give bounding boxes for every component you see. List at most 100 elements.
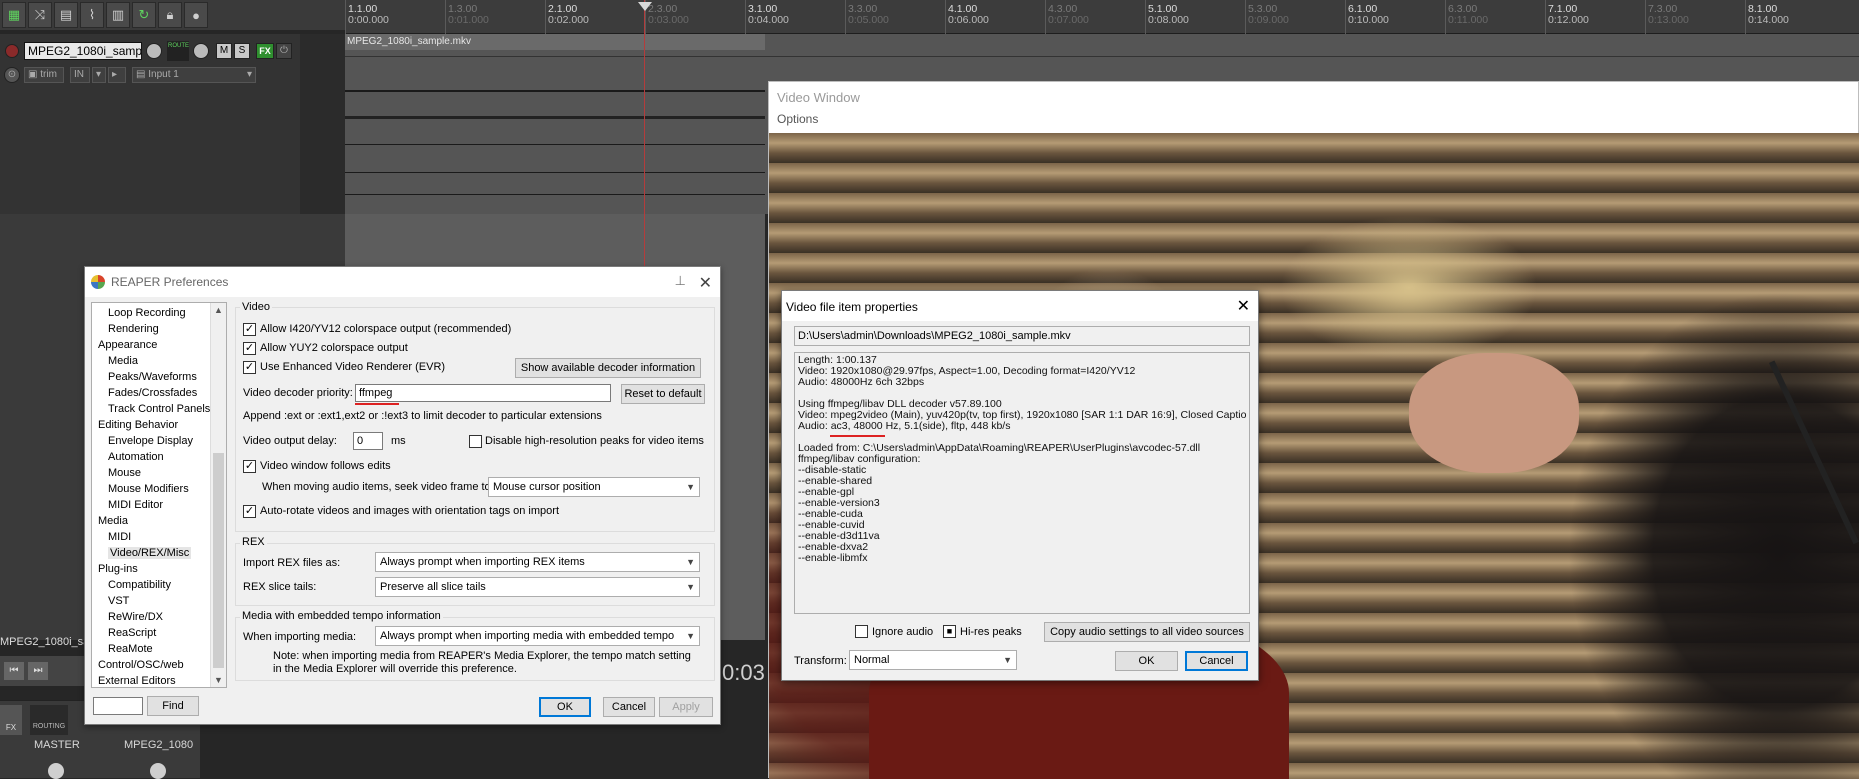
scrollbar-thumb[interactable] xyxy=(213,453,224,668)
copy-audio-settings-button[interactable]: Copy audio settings to all video sources xyxy=(1044,622,1250,642)
tree-scrollbar[interactable]: ▲ ▼ xyxy=(210,303,226,687)
tree-item[interactable]: Envelope Display xyxy=(92,433,226,449)
find-button[interactable]: Find xyxy=(147,696,199,716)
ignore-audio-checkbox[interactable] xyxy=(855,625,868,638)
evr-checkbox[interactable]: ✓ xyxy=(243,361,256,374)
ok-button[interactable]: OK xyxy=(539,697,591,717)
timeline-ruler[interactable]: 1.1.00 0:00.000 1.3.00 0:01.000 2.1.00 0:02.0… xyxy=(345,0,1859,34)
fx-button[interactable]: FX xyxy=(256,43,274,59)
output-delay-input[interactable]: 0 xyxy=(353,432,383,450)
tree-item[interactable]: External Editors xyxy=(92,673,226,687)
skip-end-icon[interactable]: ⏭ xyxy=(28,662,48,680)
route-button[interactable]: ROUTE xyxy=(167,41,189,61)
tree-item[interactable]: Plug-ins xyxy=(92,561,226,577)
video-window-title: Video Window xyxy=(777,90,860,105)
metronome-icon[interactable]: ▥ xyxy=(106,2,130,28)
tree-item[interactable]: Mouse xyxy=(92,465,226,481)
tree-item[interactable]: MIDI xyxy=(92,529,226,545)
tree-item[interactable]: ReWire/DX xyxy=(92,609,226,625)
close-icon[interactable]: ✕ xyxy=(699,273,712,293)
pin-icon[interactable]: ⊥ xyxy=(675,273,686,289)
record-arm-button[interactable] xyxy=(5,44,19,58)
lock-icon[interactable]: 🔒︎ xyxy=(158,2,182,28)
mute-button[interactable]: M xyxy=(216,43,232,59)
input-dropdown-arrow[interactable]: ▾ xyxy=(92,67,106,83)
tree-item[interactable]: Rendering xyxy=(92,321,226,337)
tree-item[interactable]: MIDI Editor xyxy=(92,497,226,513)
tree-item[interactable]: Control/OSC/web xyxy=(92,657,226,673)
file-path-field[interactable]: D:\Users\admin\Downloads\MPEG2_1080i_sam… xyxy=(794,326,1250,346)
tree-item[interactable]: Media xyxy=(92,513,226,529)
skip-start-icon[interactable]: ⏮ xyxy=(4,662,24,680)
follows-edits-checkbox[interactable]: ✓ xyxy=(243,460,256,473)
cancel-button[interactable]: Cancel xyxy=(603,697,655,717)
disable-peaks-checkbox[interactable] xyxy=(469,435,482,448)
input-select[interactable]: ▤ Input 1 ▾ xyxy=(132,67,256,83)
scroll-up-icon[interactable]: ▲ xyxy=(214,305,223,315)
master-fx-button[interactable]: FX xyxy=(0,705,22,735)
show-decoder-info-button[interactable]: Show available decoder information xyxy=(515,358,701,378)
tree-item[interactable]: Loop Recording xyxy=(92,305,226,321)
ruler-tick-line xyxy=(345,0,346,34)
snap-icon[interactable]: ▤ xyxy=(54,2,78,28)
tree-item[interactable]: Media xyxy=(92,353,226,369)
vprops-cancel-button[interactable]: Cancel xyxy=(1185,651,1248,671)
reset-default-button[interactable]: Reset to default xyxy=(621,384,705,404)
tree-item[interactable]: ReaScript xyxy=(92,625,226,641)
hires-peaks-checkbox[interactable]: ■ xyxy=(943,625,956,638)
transform-select[interactable]: Normal ▼ xyxy=(849,650,1017,670)
monitor-icon[interactable]: ▸ xyxy=(108,67,126,83)
vprops-titlebar: Video file item properties ✕ xyxy=(782,291,1258,321)
automation-icon[interactable]: ⊙ xyxy=(4,67,20,83)
playhead-marker-icon[interactable] xyxy=(638,2,652,11)
tree-item[interactable]: Peaks/Waveforms xyxy=(92,369,226,385)
volume-knob[interactable] xyxy=(146,43,162,59)
tree-item[interactable]: Track Control Panels xyxy=(92,401,226,417)
i420-checkbox[interactable]: ✓ xyxy=(243,323,256,336)
decoder-priority-input[interactable]: ffmpeg xyxy=(355,384,611,402)
media-item-header[interactable]: MPEG2_1080i_sample.mkv xyxy=(345,34,765,50)
tree-item-label: ReWire/DX xyxy=(108,611,164,623)
vprops-ok-button[interactable]: OK xyxy=(1115,651,1178,671)
tree-item[interactable]: ReaMote xyxy=(92,641,226,657)
autorotate-label: Auto-rotate videos and images with orien… xyxy=(260,505,559,517)
scroll-down-icon[interactable]: ▼ xyxy=(214,675,223,685)
rex-import-select[interactable]: Always prompt when importing REX items ▼ xyxy=(375,552,700,572)
ripple-icon[interactable]: ⤨ xyxy=(28,2,52,28)
tree-item[interactable]: Editing Behavior xyxy=(92,417,226,433)
tree-item[interactable]: Appearance xyxy=(92,337,226,353)
tree-item[interactable]: Automation xyxy=(92,449,226,465)
tree-item-label: Peaks/Waveforms xyxy=(108,371,197,383)
loop-icon[interactable]: ↻ xyxy=(132,2,156,28)
master-routing-button[interactable]: ROUTING xyxy=(30,705,68,735)
apply-button[interactable]: Apply xyxy=(659,697,713,717)
tempo-select[interactable]: Always prompt when importing media with … xyxy=(375,626,700,646)
rex-tails-select[interactable]: Preserve all slice tails ▼ xyxy=(375,577,700,597)
tree-item[interactable]: Mouse Modifiers xyxy=(92,481,226,497)
ruler-tick-label: 6.1.00 0:10.000 xyxy=(1348,4,1389,26)
yuy2-checkbox[interactable]: ✓ xyxy=(243,342,256,355)
media-info-text[interactable]: Length: 1:00.137 Video: 1920x1080@29.97fp… xyxy=(794,352,1250,614)
ruler-tick-label: 3.1.00 0:04.000 xyxy=(748,4,789,26)
record-icon[interactable]: ● xyxy=(184,2,208,28)
trim-button[interactable]: ▣ trim xyxy=(24,67,64,83)
solo-button[interactable]: S xyxy=(234,43,250,59)
master-pan-knob[interactable] xyxy=(48,763,64,779)
pan-knob[interactable] xyxy=(193,43,209,59)
input-mode-button[interactable]: IN xyxy=(70,67,90,83)
preferences-tree[interactable]: Loop Recording Rendering Appearance Media Pe… xyxy=(91,302,227,688)
tree-item[interactable]: Fades/Crossfades xyxy=(92,385,226,401)
track-pan-knob[interactable] xyxy=(150,763,166,779)
tree-item[interactable]: VST xyxy=(92,593,226,609)
tree-item[interactable]: Compatibility xyxy=(92,577,226,593)
video-window-options-menu[interactable]: Options xyxy=(769,112,1858,132)
close-icon[interactable]: ✕ xyxy=(1237,296,1250,316)
find-input[interactable] xyxy=(93,697,143,715)
seek-select[interactable]: Mouse cursor position ▼ xyxy=(488,477,700,497)
envelope-icon[interactable]: ⌇ xyxy=(80,2,104,28)
grid-icon[interactable]: ▦ xyxy=(2,2,26,28)
power-icon[interactable]: ⏻ xyxy=(276,43,292,59)
tree-item[interactable]: Video/REX/Misc xyxy=(92,545,226,561)
track-name-field[interactable]: MPEG2_1080i_sampl xyxy=(24,42,142,60)
autorotate-checkbox[interactable]: ✓ xyxy=(243,505,256,518)
